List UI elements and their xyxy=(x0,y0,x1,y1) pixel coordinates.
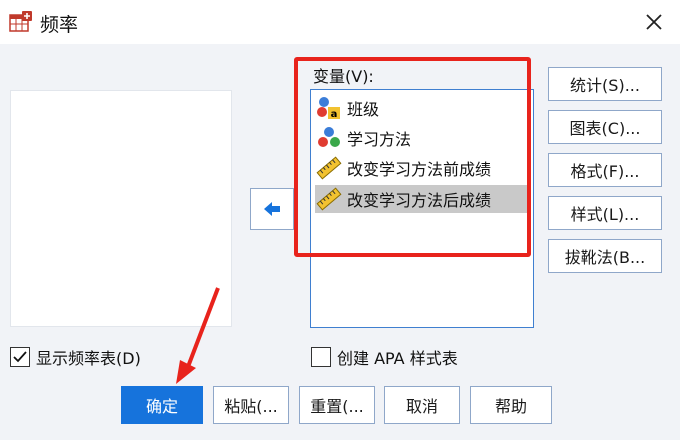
list-item-label: 学习方法 xyxy=(347,130,412,149)
scale-variable-icon xyxy=(316,156,342,180)
svg-text:a: a xyxy=(331,109,338,120)
arrow-left-icon xyxy=(264,202,280,216)
format-button[interactable]: 格式(F)... xyxy=(548,153,662,187)
paste-button[interactable]: 粘贴(... xyxy=(213,386,289,424)
create-apa-table-checkbox[interactable] xyxy=(311,347,331,367)
list-item[interactable]: a 班级 xyxy=(315,94,529,122)
list-item[interactable]: 学习方法 xyxy=(315,124,529,152)
list-item-selected[interactable]: 改变学习方法后成绩 xyxy=(315,185,529,213)
statistics-button[interactable]: 统计(S)... xyxy=(548,67,662,101)
list-item-label: 改变学习方法前成绩 xyxy=(347,160,492,179)
style-button[interactable]: 样式(L)... xyxy=(548,196,662,230)
scale-variable-icon xyxy=(316,187,342,211)
move-variable-button[interactable] xyxy=(250,188,294,230)
list-item-label: 改变学习方法后成绩 xyxy=(347,191,492,210)
cancel-button[interactable]: 取消 xyxy=(384,386,460,424)
window-title: 频率 xyxy=(40,14,79,36)
variables-label: 变量(V): xyxy=(313,67,374,86)
charts-button[interactable]: 图表(C)... xyxy=(548,110,662,144)
ok-button[interactable]: 确定 xyxy=(121,386,203,424)
bootstrap-button[interactable]: 拔靴法(B... xyxy=(548,239,662,273)
spss-frequencies-icon xyxy=(9,11,32,32)
help-button[interactable]: 帮助 xyxy=(470,386,552,424)
nominal-variable-icon xyxy=(318,127,340,147)
show-frequency-table-checkbox[interactable] xyxy=(10,347,30,367)
close-icon xyxy=(646,14,662,30)
show-frequency-table-label: 显示频率表(D) xyxy=(36,349,141,368)
list-item-label: 班级 xyxy=(347,100,380,119)
list-item[interactable]: 改变学习方法前成绩 xyxy=(315,154,529,182)
create-apa-table-option[interactable]: 创建 APA 样式表 xyxy=(311,345,458,369)
nominal-variable-icon: a xyxy=(317,97,340,120)
reset-button[interactable]: 重置(... xyxy=(299,386,375,424)
checkmark-icon xyxy=(13,351,27,363)
create-apa-table-label: 创建 APA 样式表 xyxy=(337,349,458,368)
close-button[interactable] xyxy=(638,6,670,38)
title-bar: 频率 xyxy=(0,0,680,44)
show-frequency-table-option[interactable]: 显示频率表(D) xyxy=(10,345,141,369)
source-variable-list[interactable] xyxy=(10,90,232,327)
variables-list[interactable]: a 班级 学习方法 改变学习方法前成绩 改变学习方法后成绩 xyxy=(310,89,534,328)
